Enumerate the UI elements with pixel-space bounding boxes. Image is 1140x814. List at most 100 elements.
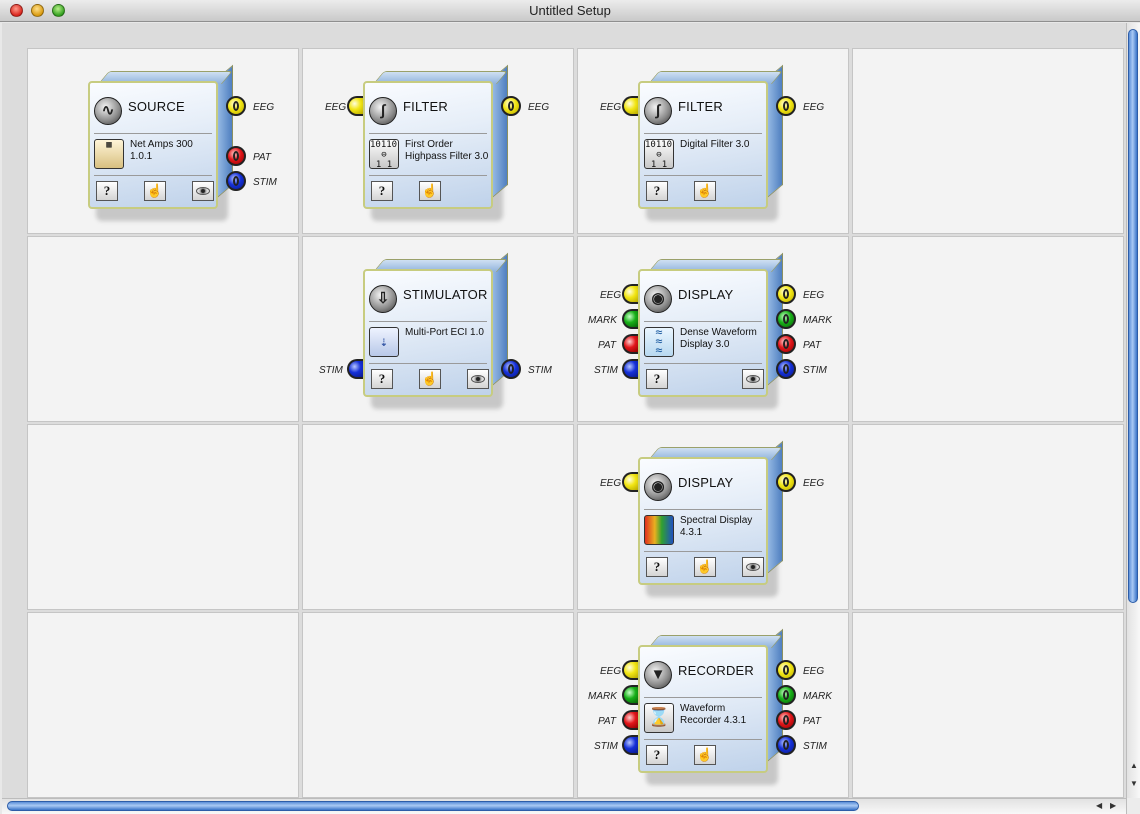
hand-button[interactable]: ☝ bbox=[694, 745, 716, 765]
eeg-output-port[interactable] bbox=[776, 472, 796, 492]
down-arrow-icon: ⇩ bbox=[369, 285, 397, 313]
mark-output-port[interactable] bbox=[776, 685, 796, 705]
scroll-left-arrow-icon[interactable]: ◀ bbox=[1096, 801, 1102, 810]
port-label: EEG bbox=[600, 290, 622, 301]
help-button[interactable]: ? bbox=[646, 557, 668, 577]
port-label: EEG bbox=[803, 102, 825, 113]
horizontal-scrollbar[interactable]: ◀ ▶ bbox=[2, 798, 1126, 814]
grid-cell[interactable] bbox=[27, 424, 299, 610]
view-button[interactable] bbox=[467, 369, 489, 389]
help-button[interactable]: ? bbox=[646, 181, 668, 201]
block-title: DISPLAY bbox=[678, 287, 734, 302]
grid-cell[interactable] bbox=[302, 612, 574, 798]
divider bbox=[644, 321, 762, 322]
port-label: EEG bbox=[803, 290, 825, 301]
pat-output-port[interactable] bbox=[776, 334, 796, 354]
resize-corner[interactable] bbox=[1126, 798, 1140, 814]
grid-cell[interactable] bbox=[852, 612, 1124, 798]
eeg-output-port[interactable] bbox=[776, 96, 796, 116]
port-label: PAT bbox=[253, 152, 271, 163]
hand-button[interactable]: ☝ bbox=[419, 369, 441, 389]
binary-filter-icon[interactable]: 101101⊖1 1 01 bbox=[369, 139, 399, 169]
plugin-name: Net Amps 300 1.0.1 bbox=[130, 139, 193, 162]
divider bbox=[644, 509, 762, 510]
scroll-right-arrow-icon[interactable]: ▶ bbox=[1110, 801, 1116, 810]
horizontal-scroll-thumb[interactable] bbox=[7, 801, 859, 811]
view-button[interactable] bbox=[192, 181, 214, 201]
plugin-name: Waveform Recorder 4.3.1 bbox=[680, 703, 747, 726]
eeg-input-port[interactable] bbox=[622, 472, 638, 492]
stim-input-port[interactable] bbox=[622, 735, 638, 755]
eye-icon bbox=[471, 375, 485, 383]
view-button[interactable] bbox=[742, 369, 764, 389]
help-button[interactable]: ? bbox=[646, 745, 668, 765]
port-label: STIM bbox=[594, 741, 618, 752]
pat-output-port[interactable] bbox=[226, 146, 246, 166]
source-block[interactable]: ∿ SOURCE ▦ Net Amps 300 1.0.1 ? ☝ bbox=[88, 64, 233, 221]
pat-input-port[interactable] bbox=[622, 710, 638, 730]
plugin-name: Dense Waveform Display 3.0 bbox=[680, 327, 757, 350]
grid-cell[interactable] bbox=[302, 424, 574, 610]
net-amps-icon[interactable]: ▦ bbox=[94, 139, 124, 169]
eeg-input-port[interactable] bbox=[622, 660, 638, 680]
block-title: FILTER bbox=[678, 99, 724, 114]
stim-output-port[interactable] bbox=[501, 359, 521, 379]
help-button[interactable]: ? bbox=[371, 369, 393, 389]
mark-input-port[interactable] bbox=[622, 685, 638, 705]
hand-button[interactable]: ☝ bbox=[144, 181, 166, 201]
port-label: STIM bbox=[803, 741, 827, 752]
eye-icon bbox=[196, 187, 210, 195]
vertical-scroll-thumb[interactable] bbox=[1128, 29, 1138, 603]
help-button[interactable]: ? bbox=[96, 181, 118, 201]
grid-cell[interactable] bbox=[27, 612, 299, 798]
view-button[interactable] bbox=[742, 557, 764, 577]
port-label: EEG bbox=[253, 102, 275, 113]
help-button[interactable]: ? bbox=[646, 369, 668, 389]
eeg-input-port[interactable] bbox=[622, 96, 638, 116]
spectrum-icon[interactable] bbox=[644, 515, 674, 545]
hourglass-icon[interactable]: ⌛ bbox=[644, 703, 674, 733]
eeg-input-port[interactable] bbox=[347, 96, 363, 116]
binary-filter-icon[interactable]: 101101⊖1 1 01 bbox=[644, 139, 674, 169]
eeg-output-port[interactable] bbox=[776, 284, 796, 304]
grid-cell[interactable] bbox=[27, 236, 299, 422]
stimulator-block[interactable]: ⇩ STIMULATOR ⇣ Multi-Port ECI 1.0 ? ☝ bbox=[363, 252, 508, 409]
stim-output-port[interactable] bbox=[226, 171, 246, 191]
help-button[interactable]: ? bbox=[371, 181, 393, 201]
mark-output-port[interactable] bbox=[776, 309, 796, 329]
stim-output-port[interactable] bbox=[776, 735, 796, 755]
hand-button[interactable]: ☝ bbox=[419, 181, 441, 201]
plugin-name: Spectral Display 4.3.1 bbox=[680, 515, 753, 538]
display-block[interactable]: ◉ DISPLAY Spectral Display 4.3.1 ? ☝ bbox=[638, 440, 783, 597]
stim-output-port[interactable] bbox=[776, 359, 796, 379]
block-title: RECORDER bbox=[678, 663, 754, 678]
eye-icon: ◉ bbox=[644, 473, 672, 501]
scroll-up-arrow-icon[interactable]: ▲ bbox=[1130, 761, 1138, 770]
stim-input-port[interactable] bbox=[622, 359, 638, 379]
eeg-output-port[interactable] bbox=[776, 660, 796, 680]
vertical-scrollbar[interactable]: ▲ ▼ bbox=[1126, 23, 1140, 798]
grid-cell[interactable] bbox=[852, 48, 1124, 234]
stairs-icon[interactable]: ⇣ bbox=[369, 327, 399, 357]
dense-waveform-icon[interactable]: ≈ ≈ ≈ bbox=[644, 327, 674, 357]
recorder-block[interactable]: ▼ RECORDER ⌛ Waveform Recorder 4.3.1 ? ☝ bbox=[638, 628, 783, 785]
filter-block[interactable]: ∫ FILTER 101101⊖1 1 01 Digital Filter 3.… bbox=[638, 64, 783, 221]
eeg-output-port[interactable] bbox=[501, 96, 521, 116]
mark-input-port[interactable] bbox=[622, 309, 638, 329]
setup-canvas[interactable]: ∿ SOURCE ▦ Net Amps 300 1.0.1 ? ☝ EEG PAT… bbox=[2, 23, 1126, 798]
grid-cell[interactable] bbox=[852, 424, 1124, 610]
grid-cell[interactable] bbox=[852, 236, 1124, 422]
block-face: ∫ FILTER 101101⊖1 1 01 First OrderHighpa… bbox=[363, 81, 493, 209]
filter-block[interactable]: ∫ FILTER 101101⊖1 1 01 First OrderHighpa… bbox=[363, 64, 508, 221]
display-block[interactable]: ◉ DISPLAY ≈ ≈ ≈ Dense Waveform Display 3.0 … bbox=[638, 252, 783, 409]
stim-input-port[interactable] bbox=[347, 359, 363, 379]
hand-button[interactable]: ☝ bbox=[694, 181, 716, 201]
pat-input-port[interactable] bbox=[622, 334, 638, 354]
hand-button[interactable]: ☝ bbox=[694, 557, 716, 577]
divider bbox=[369, 363, 487, 364]
eeg-input-port[interactable] bbox=[622, 284, 638, 304]
pat-output-port[interactable] bbox=[776, 710, 796, 730]
block-title: STIMULATOR bbox=[403, 287, 488, 302]
scroll-down-arrow-icon[interactable]: ▼ bbox=[1130, 779, 1138, 788]
eeg-output-port[interactable] bbox=[226, 96, 246, 116]
